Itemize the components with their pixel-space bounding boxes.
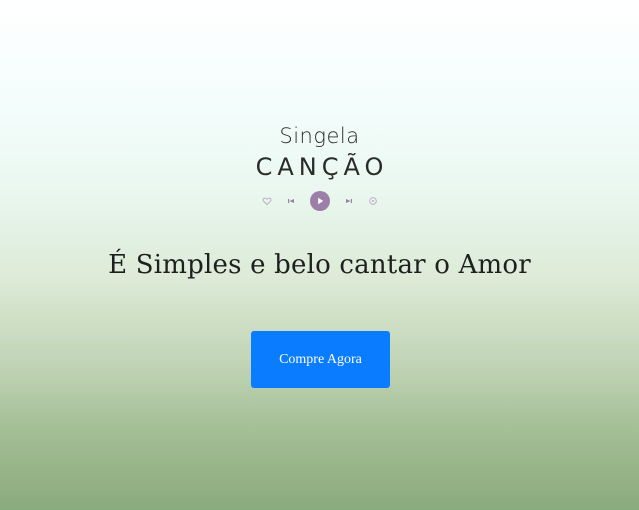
logo-player-controls — [0, 191, 639, 211]
logo-title-line1: Singela — [279, 124, 360, 148]
previous-icon — [286, 196, 296, 206]
logo-title-line2: CANÇÃO — [255, 153, 389, 181]
hero-tagline: É Simples e belo cantar o Amor — [108, 250, 531, 280]
play-icon — [309, 191, 330, 211]
share-icon — [368, 196, 378, 206]
buy-now-button[interactable]: Compre Agora — [251, 331, 390, 388]
next-icon — [344, 196, 354, 206]
heart-icon — [262, 196, 272, 206]
site-logo[interactable]: Singela CANÇÃO — [0, 122, 639, 182]
